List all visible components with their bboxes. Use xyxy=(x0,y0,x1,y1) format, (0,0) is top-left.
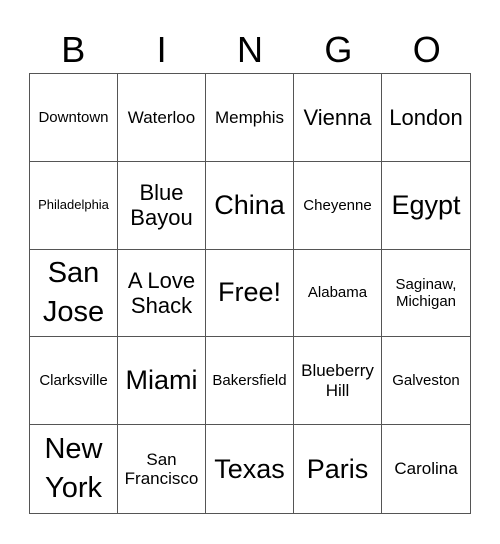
bingo-cell-label: Texas xyxy=(214,453,285,484)
bingo-cell-label: Blueberry Hill xyxy=(301,361,374,400)
bingo-cell[interactable]: London xyxy=(382,74,470,162)
bingo-cell-label: London xyxy=(389,104,463,130)
free-space-cell[interactable]: Free! xyxy=(206,249,294,338)
bingo-grid: Downtown Waterloo Memphis Vienna London Phila… xyxy=(29,73,471,514)
bingo-cell[interactable]: San Francisco xyxy=(118,425,206,513)
bingo-cell-label: Bakersfield xyxy=(212,372,287,390)
bingo-cell-label: Waterloo xyxy=(127,107,196,127)
bingo-cell-label: Philadelphia xyxy=(38,196,109,212)
bingo-cell[interactable]: Galveston xyxy=(382,337,470,426)
bingo-cell-label: San Francisco xyxy=(124,449,199,489)
bingo-cell[interactable]: Vienna xyxy=(294,74,382,162)
bingo-cell[interactable]: Bakersfield xyxy=(206,337,294,426)
bingo-cell-label: Free! xyxy=(217,277,282,308)
bingo-cell-label: San Jose xyxy=(42,256,105,328)
bingo-cell[interactable]: Cheyenne xyxy=(294,161,382,250)
bingo-cell[interactable]: San Jose xyxy=(30,249,118,338)
bingo-cell-label: Miami xyxy=(125,365,198,396)
header-letter-i: I xyxy=(156,29,167,70)
bingo-cell[interactable]: New York xyxy=(30,425,118,513)
bingo-cell[interactable]: Philadelphia xyxy=(30,161,118,250)
bingo-cell[interactable]: Downtown xyxy=(30,74,118,162)
bingo-cell[interactable]: China xyxy=(206,161,294,250)
bingo-cell[interactable]: Clarksville xyxy=(30,337,118,426)
bingo-cell[interactable]: Blue Bayou xyxy=(118,161,206,250)
bingo-cell[interactable]: Saginaw, Michigan xyxy=(382,250,470,338)
bingo-cell-label: China xyxy=(214,189,285,220)
bingo-cell-label: A Love Shack xyxy=(127,267,196,318)
bingo-cell-label: Carolina xyxy=(394,459,458,479)
bingo-cell-label: Vienna xyxy=(303,104,372,130)
bingo-cell-label: Cheyenne xyxy=(303,196,372,214)
bingo-cell[interactable]: Paris xyxy=(294,425,382,513)
bingo-header: B I N G O xyxy=(29,28,471,72)
bingo-cell[interactable]: Memphis xyxy=(206,74,294,162)
bingo-cell[interactable]: Texas xyxy=(206,425,294,513)
bingo-cell[interactable]: Miami xyxy=(118,337,206,426)
bingo-cell-label: Egypt xyxy=(391,189,461,220)
header-letter-n: N xyxy=(236,29,263,70)
bingo-cell-label: New York xyxy=(44,432,103,505)
header-letter-o: O xyxy=(412,29,441,70)
header-letter-g: G xyxy=(324,29,353,70)
bingo-cell-label: Galveston xyxy=(392,372,460,390)
bingo-cell[interactable]: Waterloo xyxy=(118,74,206,162)
bingo-cell-label: Memphis xyxy=(215,107,284,127)
bingo-cell-label: Alabama xyxy=(307,284,368,302)
bingo-cell[interactable]: Carolina xyxy=(382,425,470,513)
bingo-cell-label: Blue Bayou xyxy=(130,179,193,231)
header-letter-b: B xyxy=(61,29,86,70)
bingo-cell[interactable]: Blueberry Hill xyxy=(294,337,382,426)
bingo-cell-label: Paris xyxy=(306,453,369,484)
bingo-cell[interactable]: Alabama xyxy=(294,249,382,338)
bingo-cell-label: Saginaw, Michigan xyxy=(395,275,457,310)
bingo-cell[interactable]: A Love Shack xyxy=(118,249,206,338)
bingo-cell-label: Downtown xyxy=(38,108,109,126)
bingo-cell-label: Clarksville xyxy=(39,372,108,390)
bingo-cell[interactable]: Egypt xyxy=(382,162,470,250)
